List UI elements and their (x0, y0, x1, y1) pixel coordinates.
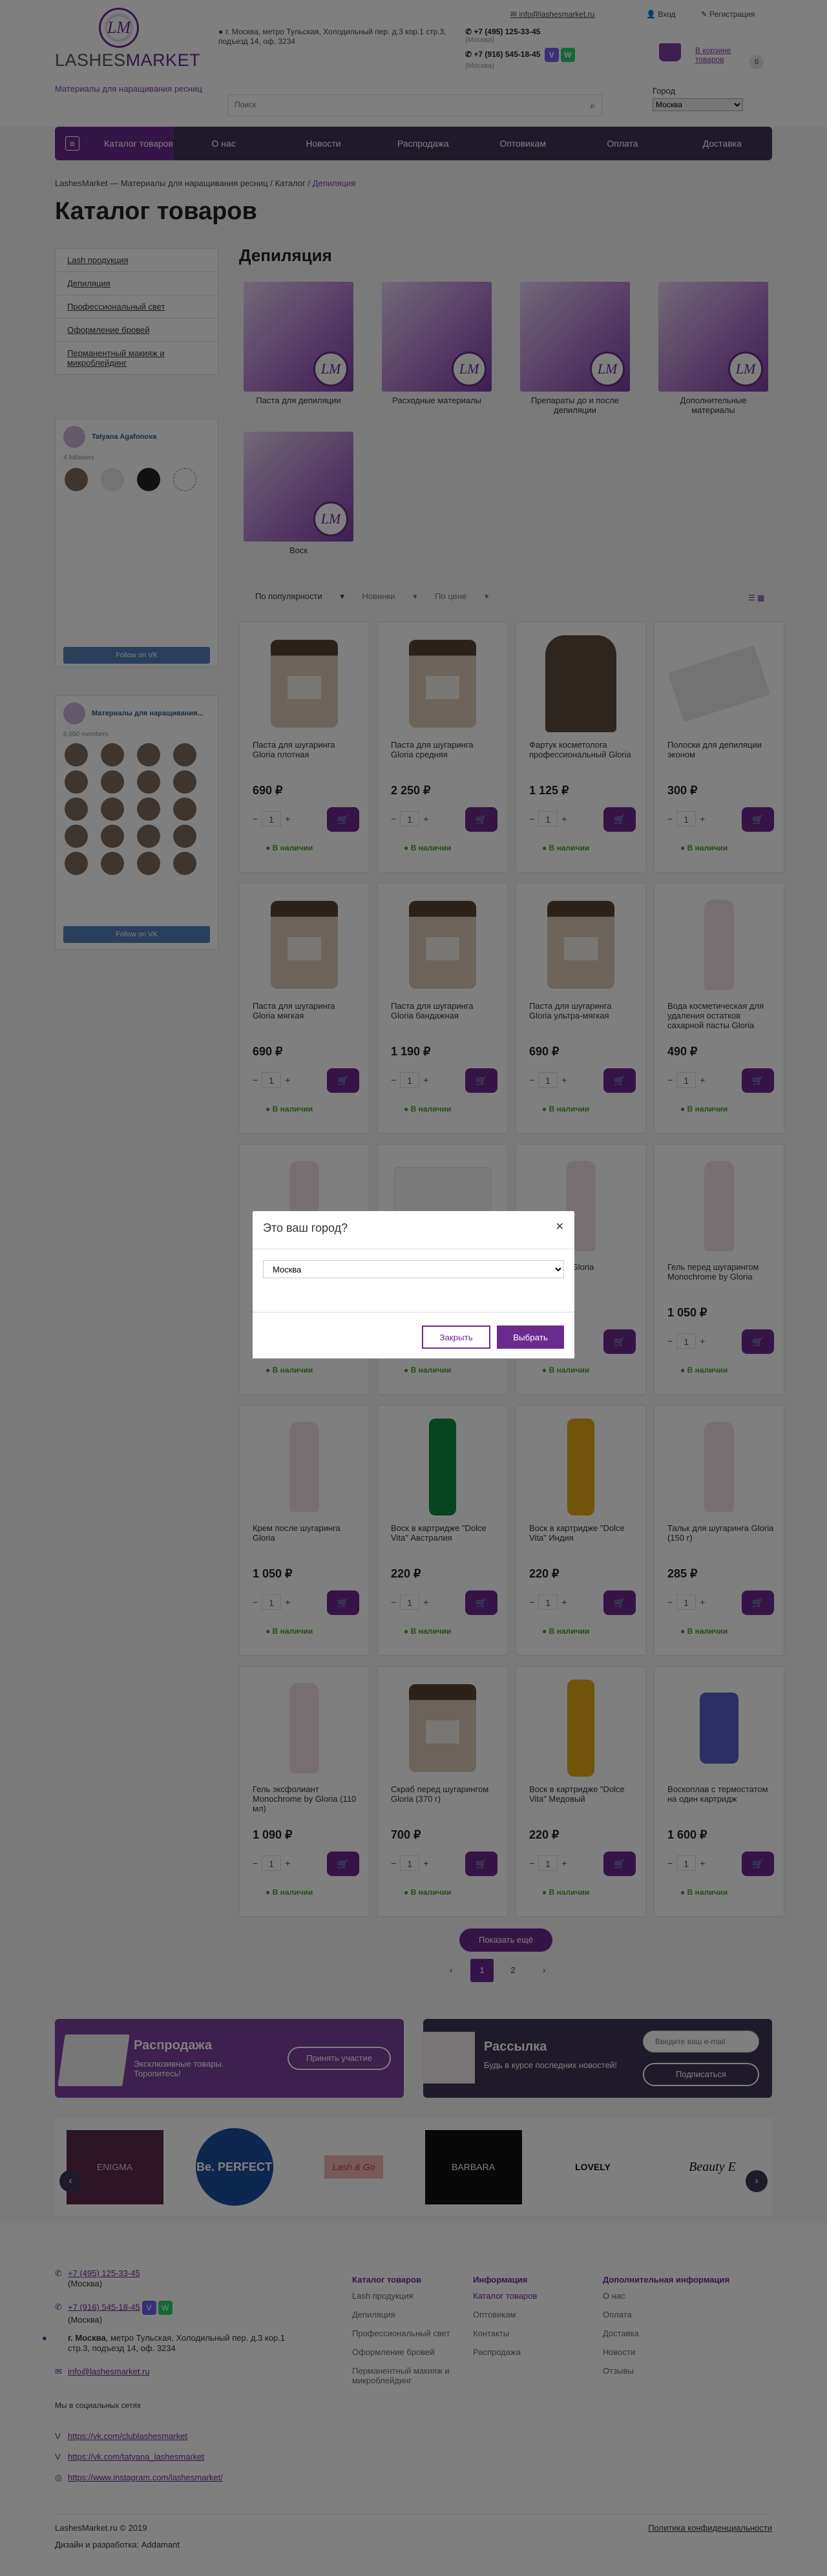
close-icon[interactable]: ✕ (556, 1220, 564, 1233)
modal-title: Это ваш город? (263, 1221, 348, 1234)
modal-footer: Закрыть Выбрать (253, 1312, 574, 1358)
modal-close-button[interactable]: Закрыть (422, 1325, 490, 1349)
modal-city-select[interactable]: Москва (263, 1260, 564, 1278)
modal-choose-button[interactable]: Выбрать (497, 1325, 564, 1349)
city-confirm-modal: Это ваш город? ✕ Москва (253, 1211, 574, 1312)
